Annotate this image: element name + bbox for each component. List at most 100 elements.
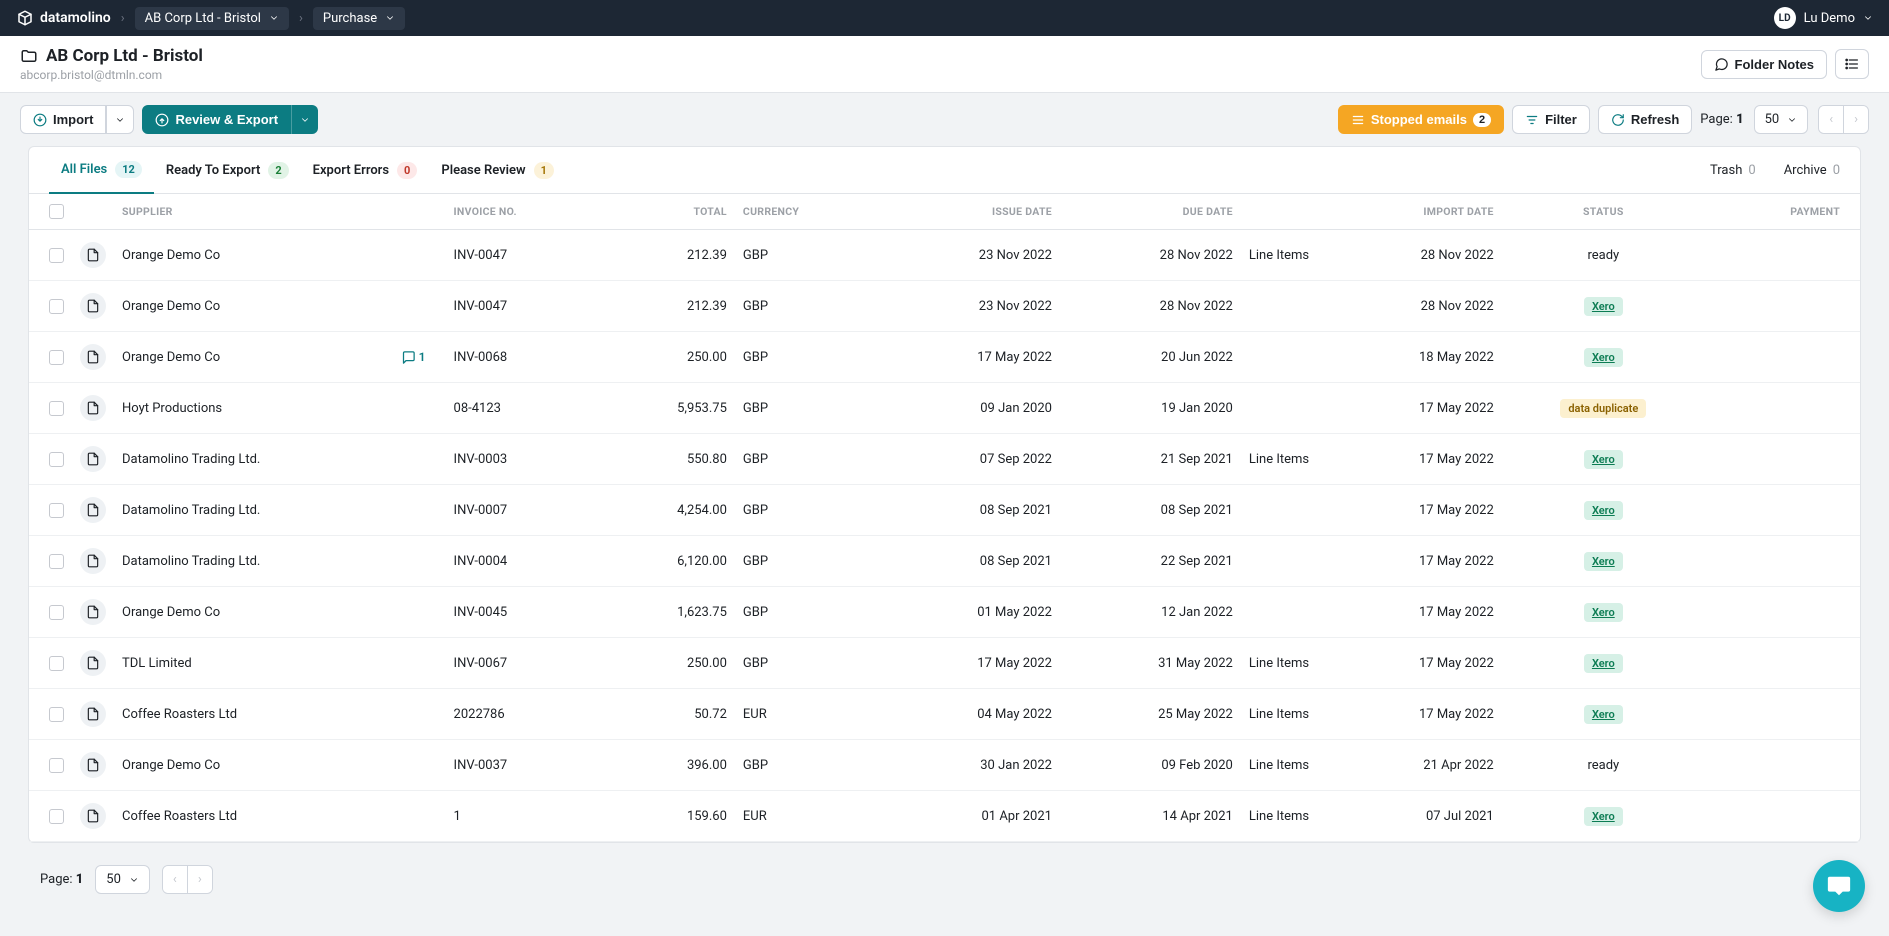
row-checkbox[interactable] — [49, 299, 64, 314]
page-size-select[interactable]: 50 — [1754, 105, 1809, 134]
cell-currency: GBP — [735, 485, 879, 536]
cell-line-items — [1241, 485, 1321, 536]
refresh-button[interactable]: Refresh — [1598, 105, 1692, 134]
col-status[interactable]: STATUS — [1502, 194, 1705, 230]
table-row[interactable]: Coffee Roasters Ltd202278650.72EUR04 May… — [29, 689, 1860, 740]
cell-total: 159.60 — [604, 791, 735, 842]
row-checkbox[interactable] — [49, 503, 64, 518]
breadcrumb-folder[interactable]: AB Corp Ltd - Bristol — [135, 7, 289, 30]
status-badge-xero[interactable]: Xero — [1584, 705, 1623, 724]
row-checkbox[interactable] — [49, 656, 64, 671]
status-badge-xero[interactable]: Xero — [1584, 654, 1623, 673]
row-checkbox[interactable] — [49, 452, 64, 467]
cell-payment — [1705, 332, 1860, 383]
col-payment[interactable]: PAYMENT — [1705, 194, 1860, 230]
row-checkbox[interactable] — [49, 554, 64, 569]
table-row[interactable]: Datamolino Trading Ltd.INV-0003550.80GBP… — [29, 434, 1860, 485]
page-indicator-bottom: Page: 1 — [40, 872, 83, 887]
cell-supplier: Datamolino Trading Ltd. — [122, 554, 260, 569]
document-icon[interactable] — [80, 548, 106, 574]
stopped-emails-button[interactable]: Stopped emails 2 — [1338, 105, 1504, 134]
document-icon[interactable] — [80, 701, 106, 727]
table-row[interactable]: Orange Demo Co1INV-0068250.00GBP17 May 2… — [29, 332, 1860, 383]
document-icon[interactable] — [80, 497, 106, 523]
col-issue-date[interactable]: ISSUE DATE — [879, 194, 1060, 230]
row-checkbox[interactable] — [49, 758, 64, 773]
col-total[interactable]: TOTAL — [604, 194, 735, 230]
status-badge-xero[interactable]: Xero — [1584, 552, 1623, 571]
review-export-button[interactable]: Review & Export — [142, 105, 291, 134]
row-checkbox[interactable] — [49, 809, 64, 824]
document-icon[interactable] — [80, 344, 106, 370]
breadcrumb-section[interactable]: Purchase — [313, 7, 405, 30]
row-checkbox[interactable] — [49, 350, 64, 365]
import-dropdown[interactable] — [106, 105, 134, 134]
row-checkbox[interactable] — [49, 707, 64, 722]
chat-launcher[interactable] — [1813, 860, 1865, 912]
status-badge-xero[interactable]: Xero — [1584, 501, 1623, 520]
cell-currency: GBP — [735, 230, 879, 281]
col-supplier[interactable]: SUPPLIER — [114, 194, 446, 230]
folder-notes-button[interactable]: Folder Notes — [1701, 50, 1827, 79]
cell-invoice-no: INV-0004 — [446, 536, 604, 587]
cell-currency: GBP — [735, 383, 879, 434]
chevron-down-icon — [1863, 13, 1873, 23]
cell-issue-date: 30 Jan 2022 — [879, 740, 1060, 791]
document-icon[interactable] — [80, 395, 106, 421]
document-icon[interactable] — [80, 599, 106, 625]
row-checkbox[interactable] — [49, 248, 64, 263]
table-row[interactable]: Datamolino Trading Ltd.INV-00046,120.00G… — [29, 536, 1860, 587]
table-row[interactable]: Orange Demo CoINV-00451,623.75GBP01 May … — [29, 587, 1860, 638]
review-export-dropdown[interactable] — [291, 105, 318, 134]
user-menu[interactable]: LD Lu Demo — [1774, 7, 1873, 29]
document-icon[interactable] — [80, 752, 106, 778]
tab-ready-to-export[interactable]: Ready To Export 2 — [154, 148, 301, 193]
tab-trash[interactable]: Trash0 — [1710, 163, 1756, 178]
prev-page-button[interactable]: ‹ — [1819, 106, 1844, 133]
cell-supplier: Coffee Roasters Ltd — [122, 809, 237, 824]
status-badge-xero[interactable]: Xero — [1584, 450, 1623, 469]
tab-all-files[interactable]: All Files 12 — [49, 147, 154, 194]
col-currency[interactable]: CURRENCY — [735, 194, 879, 230]
col-invoice[interactable]: INVOICE NO. — [446, 194, 604, 230]
comment-count[interactable]: 1 — [401, 350, 426, 365]
filter-button[interactable]: Filter — [1512, 105, 1590, 134]
brand-logo[interactable]: datamolino — [16, 9, 111, 27]
table-row[interactable]: Hoyt Productions08-41235,953.75GBP09 Jan… — [29, 383, 1860, 434]
document-icon[interactable] — [80, 446, 106, 472]
status-badge-xero[interactable]: Xero — [1584, 348, 1623, 367]
document-icon[interactable] — [80, 803, 106, 829]
table-row[interactable]: Orange Demo CoINV-0047212.39GBP23 Nov 20… — [29, 230, 1860, 281]
status-badge-xero[interactable]: Xero — [1584, 807, 1623, 826]
status-badge-xero[interactable]: Xero — [1584, 603, 1623, 622]
table-row[interactable]: TDL LimitedINV-0067250.00GBP17 May 20223… — [29, 638, 1860, 689]
row-checkbox[interactable] — [49, 605, 64, 620]
tab-please-review[interactable]: Please Review 1 — [429, 148, 566, 193]
cell-invoice-no: 08-4123 — [446, 383, 604, 434]
document-icon[interactable] — [80, 293, 106, 319]
col-import-date[interactable]: IMPORT DATE — [1321, 194, 1502, 230]
document-icon[interactable] — [80, 242, 106, 268]
cell-total: 212.39 — [604, 281, 735, 332]
cell-issue-date: 01 May 2022 — [879, 587, 1060, 638]
table-row[interactable]: Datamolino Trading Ltd.INV-00074,254.00G… — [29, 485, 1860, 536]
next-page-button-bottom[interactable]: › — [188, 866, 212, 893]
row-checkbox[interactable] — [49, 401, 64, 416]
table-row[interactable]: Coffee Roasters Ltd1159.60EUR01 Apr 2021… — [29, 791, 1860, 842]
table-row[interactable]: Orange Demo CoINV-0047212.39GBP23 Nov 20… — [29, 281, 1860, 332]
table-row[interactable]: Orange Demo CoINV-0037396.00GBP30 Jan 20… — [29, 740, 1860, 791]
tab-export-errors[interactable]: Export Errors 0 — [301, 148, 430, 193]
prev-page-button-bottom[interactable]: ‹ — [163, 866, 188, 893]
cell-invoice-no: INV-0067 — [446, 638, 604, 689]
list-view-button[interactable] — [1835, 49, 1869, 79]
tab-archive[interactable]: Archive0 — [1784, 163, 1840, 178]
document-icon[interactable] — [80, 650, 106, 676]
next-page-button[interactable]: › — [1844, 106, 1868, 133]
status-badge-xero[interactable]: Xero — [1584, 297, 1623, 316]
page-size-select-bottom[interactable]: 50 — [95, 865, 150, 894]
page-title: AB Corp Ltd - Bristol — [46, 46, 203, 66]
col-due-date[interactable]: DUE DATE — [1060, 194, 1241, 230]
cell-total: 396.00 — [604, 740, 735, 791]
import-button[interactable]: Import — [20, 105, 106, 134]
select-all-checkbox[interactable] — [49, 204, 64, 219]
